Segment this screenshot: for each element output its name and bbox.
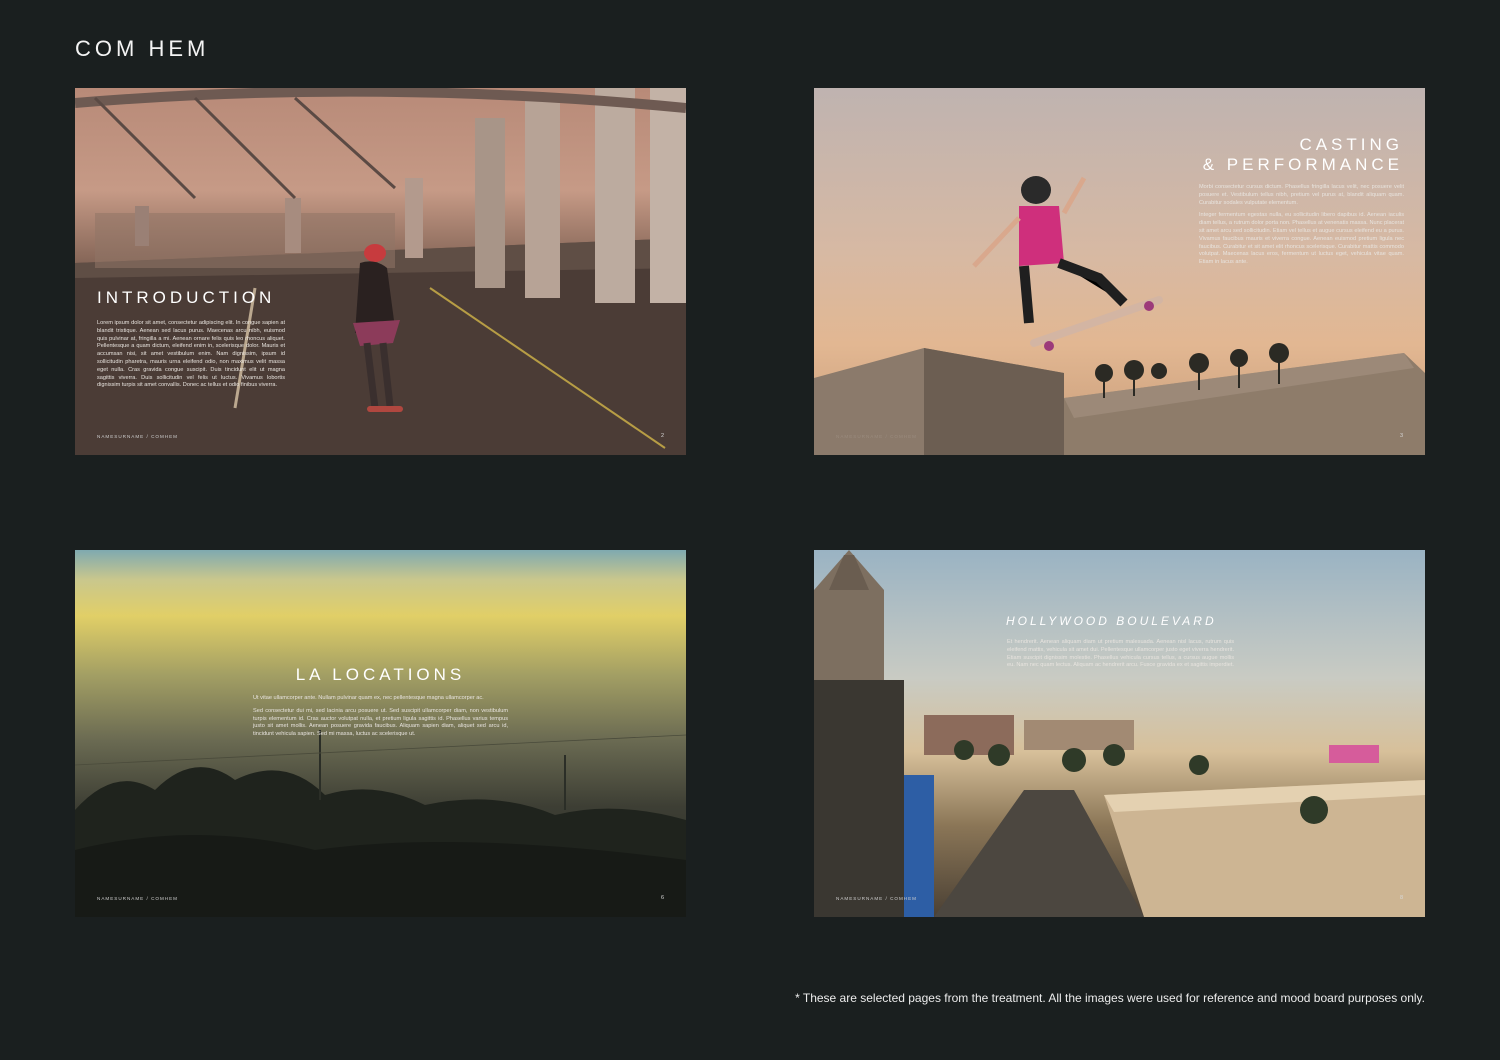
slide-footer-label: NAMESURNAME / COMHEM <box>97 896 178 901</box>
slide-heading: CASTING & PERFORMANCE <box>1203 135 1403 175</box>
slide-heading-line: CASTING <box>1299 135 1403 154</box>
page-number: 2 <box>660 433 664 439</box>
slide-heading: HOLLYWOOD BOULEVARD <box>1006 614 1217 628</box>
slide-heading: INTRODUCTION <box>97 288 276 307</box>
brand-title: COM HEM <box>75 36 210 61</box>
slide-body: Ut vitae ullamcorper ante. Nullam pulvin… <box>253 695 508 744</box>
slide-la-locations: LA LOCATIONS Ut vitae ullamcorper ante. … <box>75 550 686 917</box>
slide-body-paragraph: Sed consectetur dui mi, sed lacinia arcu… <box>253 707 508 738</box>
page-number: 8 <box>1399 895 1403 901</box>
slide-body: Morbi consectetur cursus dictum. Phasell… <box>1199 184 1404 272</box>
slide-hollywood-boulevard: HOLLYWOOD BOULEVARD Et hendrerit. Aenean… <box>814 550 1425 917</box>
slide-body: Et hendrerit. Aenean aliquam diam ut pre… <box>1007 639 1234 675</box>
bridge-photo-illustration <box>75 88 686 455</box>
slide-body: Lorem ipsum dolor sit amet, consectetur … <box>97 320 285 395</box>
page-number: 3 <box>1399 433 1403 439</box>
slide-casting-performance: CASTING & PERFORMANCE Morbi consectetur … <box>814 88 1425 455</box>
slide-footer-label: NAMESURNAME / COMHEM <box>836 434 917 439</box>
hollywood-photo-illustration <box>814 550 1425 917</box>
slide-body-paragraph: Et hendrerit. Aenean aliquam diam ut pre… <box>1007 639 1234 669</box>
slide-body-paragraph: Integer fermentum egestas nulla, eu soll… <box>1199 212 1404 266</box>
footnote: * These are selected pages from the trea… <box>795 991 1425 1005</box>
slide-footer-label: NAMESURNAME / COMHEM <box>836 896 917 901</box>
slide-body-paragraph: Ut vitae ullamcorper ante. Nullam pulvin… <box>253 695 484 701</box>
slide-introduction: INTRODUCTION Lorem ipsum dolor sit amet,… <box>75 88 686 455</box>
slide-heading: LA LOCATIONS <box>295 665 466 684</box>
slide-footer-label: NAMESURNAME / COMHEM <box>97 434 178 439</box>
slide-body-paragraph: Morbi consectetur cursus dictum. Phasell… <box>1199 184 1404 206</box>
slide-heading-line: & PERFORMANCE <box>1202 155 1403 174</box>
page-number: 6 <box>660 895 664 901</box>
slide-body-paragraph: Lorem ipsum dolor sit amet, consectetur … <box>97 320 285 389</box>
